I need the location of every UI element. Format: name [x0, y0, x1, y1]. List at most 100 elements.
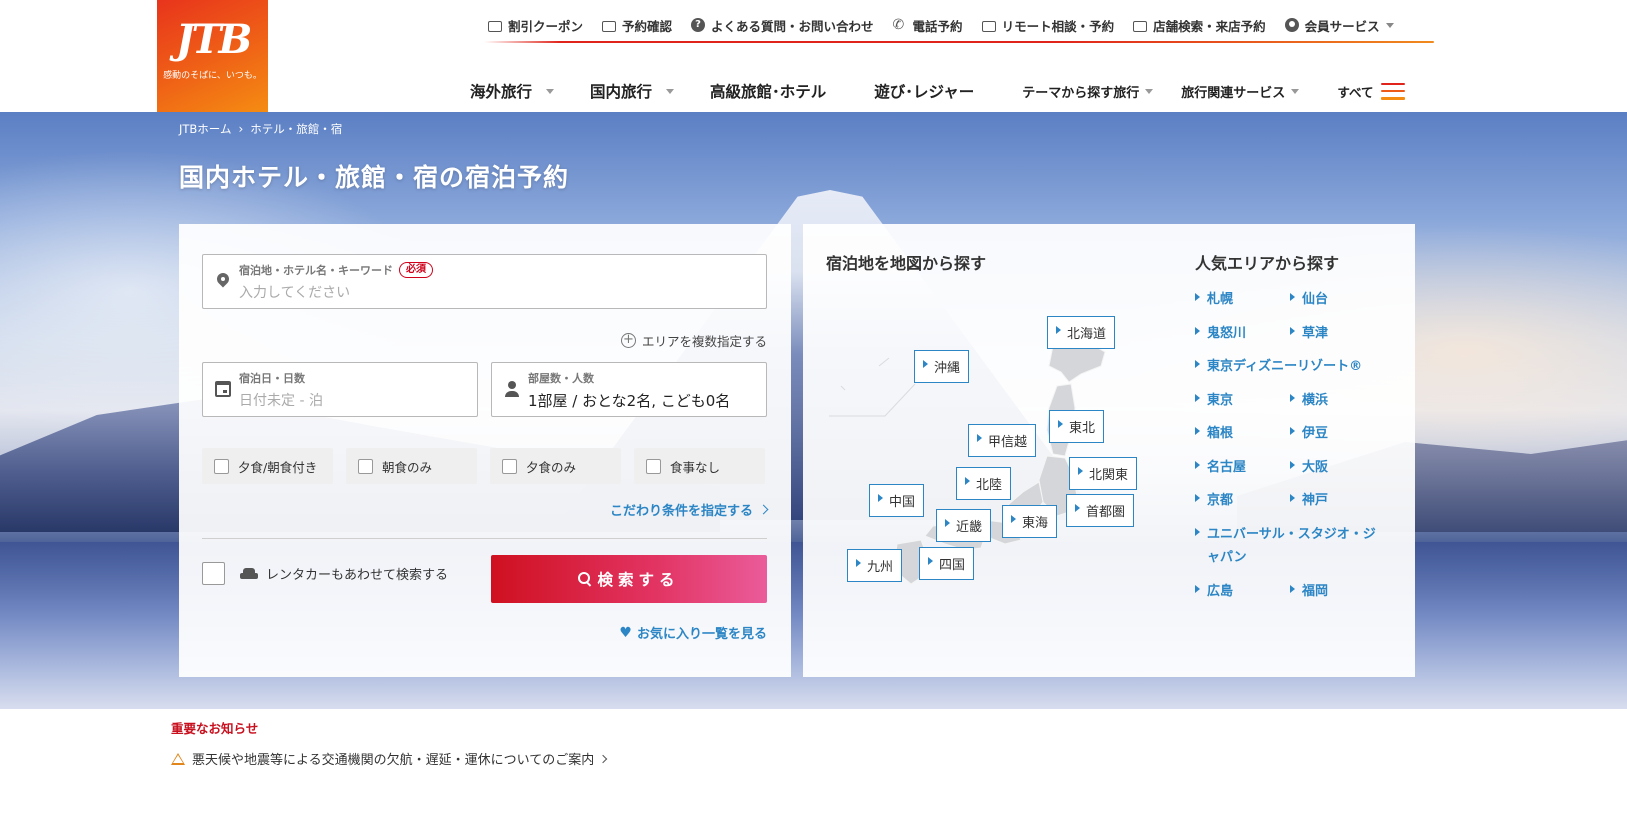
meal-option-dinner-breakfast[interactable]: 夕食/朝食付き: [202, 448, 333, 484]
calendar-icon: [215, 381, 231, 397]
header-accent-line: [484, 41, 1434, 43]
chevron-down-icon: [1385, 22, 1394, 28]
nav-luxury[interactable]: 高級旅館･ホテル: [710, 80, 826, 102]
area-sapporo[interactable]: 札幌: [1195, 288, 1290, 311]
heart-icon: ♥: [619, 624, 632, 641]
favorites-link[interactable]: ♥ お気に入り一覧を見る: [619, 623, 767, 643]
location-pin-icon: [215, 273, 231, 291]
area-hakone[interactable]: 箱根: [1195, 422, 1290, 445]
search-button[interactable]: 検索する: [491, 555, 767, 603]
plus-circle-icon: +: [620, 333, 636, 348]
area-kobe[interactable]: 神戸: [1290, 489, 1385, 512]
checkbox[interactable]: [646, 458, 661, 474]
area-nagoya[interactable]: 名古屋: [1195, 456, 1290, 479]
search-panel: 宿泊地・ホテル名・キーワード 必須 入力してください + エリアを複数指定する …: [179, 224, 791, 677]
area-tokyo-disney-resort[interactable]: 東京ディズニーリゾート®: [1195, 355, 1385, 378]
area-osaka[interactable]: 大阪: [1290, 456, 1385, 479]
region-okinawa[interactable]: 沖縄: [914, 350, 970, 383]
region-kinki[interactable]: 近畿: [936, 509, 992, 542]
util-member[interactable]: 会員サービス: [1284, 16, 1394, 35]
region-koshinetsu[interactable]: 甲信越: [968, 424, 1037, 457]
main-nav: 海外旅行 国内旅行 高級旅館･ホテル 遊び･レジャー テーマから探す旅行 旅行関…: [470, 78, 1406, 104]
date-label: 宿泊日・日数: [239, 372, 305, 385]
coupon-icon: [488, 20, 502, 32]
util-remote[interactable]: リモート相談・予約: [981, 16, 1114, 35]
user-icon: [1284, 18, 1299, 32]
car-icon: [240, 567, 258, 580]
nav-all-menu[interactable]: すべて: [1337, 82, 1406, 101]
date-field[interactable]: 宿泊日・日数 日付未定 - 泊: [202, 362, 478, 417]
breadcrumb: JTBホーム › ホテル・旅館・宿: [179, 121, 342, 137]
chevron-down-icon: [666, 88, 675, 94]
search-icon: [578, 572, 592, 586]
area-hiroshima[interactable]: 広島: [1195, 580, 1290, 603]
meal-option-none[interactable]: 食事なし: [634, 448, 765, 484]
area-yokohama[interactable]: 横浜: [1290, 389, 1385, 412]
detailed-conditions-link[interactable]: こだわり条件を指定する: [610, 500, 769, 519]
checkbox[interactable]: [502, 458, 517, 474]
breadcrumb-current: ホテル・旅館・宿: [250, 122, 343, 136]
checkbox[interactable]: [358, 458, 373, 474]
warning-icon: [171, 752, 185, 765]
hamburger-icon: [1381, 82, 1406, 100]
chevron-down-icon: [546, 88, 555, 94]
chevron-right-icon: [758, 504, 769, 515]
meal-option-dinner[interactable]: 夕食のみ: [490, 448, 621, 484]
logo-tagline: 感動のそばに、いつも。: [163, 71, 262, 81]
utility-nav: 割引クーポン 予約確認 ? よくある質問・お問い合わせ ✆ 電話予約 リモート相…: [488, 14, 1394, 36]
util-store[interactable]: 店舗検索・来店予約: [1133, 16, 1266, 35]
area-kyoto[interactable]: 京都: [1195, 489, 1290, 512]
area-usj[interactable]: ユニバーサル・スタジオ・ジャパン: [1195, 523, 1385, 569]
guests-value: 1部屋 / おとな2名, こども0名: [528, 392, 731, 410]
region-shutoken[interactable]: 首都圏: [1066, 494, 1135, 527]
popular-area-list: 札幌 仙台 鬼怒川 草津 東京ディズニーリゾート® 東京 横浜 箱根 伊豆 名古…: [1195, 288, 1385, 613]
popular-heading: 人気エリアから探す: [1195, 254, 1340, 273]
map-heading: 宿泊地を地図から探す: [826, 254, 987, 273]
area-fukuoka[interactable]: 福岡: [1290, 580, 1385, 603]
area-izu[interactable]: 伊豆: [1290, 422, 1385, 445]
nav-domestic[interactable]: 国内旅行: [590, 80, 675, 102]
util-phone[interactable]: ✆ 電話予約: [893, 16, 963, 35]
area-multi-select-link[interactable]: + エリアを複数指定する: [620, 331, 767, 350]
question-icon: ?: [691, 18, 706, 32]
suitcase-icon: [602, 20, 617, 32]
util-coupon[interactable]: 割引クーポン: [488, 16, 583, 35]
required-badge: 必須: [399, 262, 433, 278]
chevron-right-icon: ›: [238, 122, 244, 136]
region-tohoku[interactable]: 東北: [1049, 410, 1105, 443]
logo-wordmark: JTB: [175, 16, 252, 63]
util-faq[interactable]: ? よくある質問・お問い合わせ: [691, 16, 874, 35]
area-kusatsu[interactable]: 草津: [1290, 322, 1385, 345]
jtb-logo[interactable]: JTB 感動のそばに、いつも。: [157, 0, 268, 112]
keyword-field[interactable]: 宿泊地・ホテル名・キーワード 必須 入力してください: [202, 254, 767, 309]
guests-field[interactable]: 部屋数・人数 1部屋 / おとな2名, こども0名: [491, 362, 767, 417]
nav-overseas[interactable]: 海外旅行: [470, 80, 555, 102]
checkbox[interactable]: [214, 458, 229, 474]
area-tokyo[interactable]: 東京: [1195, 389, 1290, 412]
area-kinugawa[interactable]: 鬼怒川: [1195, 322, 1290, 345]
region-kyushu[interactable]: 九州: [847, 549, 903, 582]
building-icon: [1133, 20, 1148, 32]
meal-option-breakfast[interactable]: 朝食のみ: [346, 448, 477, 484]
rentacar-checkbox[interactable]: [202, 562, 225, 585]
map-panel: 宿泊地を地図から探す 北海道 沖縄 東北 甲信越 北関東 北陸 中国 首都圏 東…: [803, 224, 1415, 677]
region-kitakanto[interactable]: 北関東: [1069, 457, 1138, 490]
region-hokkaido[interactable]: 北海道: [1047, 316, 1116, 349]
region-hokuriku[interactable]: 北陸: [956, 467, 1012, 500]
nav-theme[interactable]: テーマから探す旅行: [1022, 82, 1154, 101]
region-tokai[interactable]: 東海: [1002, 505, 1058, 538]
notice-link[interactable]: 悪天候や地震等による交通機関の欠航・遅延・運休についてのご案内: [171, 749, 608, 768]
breadcrumb-home[interactable]: JTBホーム: [179, 121, 231, 137]
date-value: 日付未定 - 泊: [239, 393, 323, 409]
util-reservation-check[interactable]: 予約確認: [602, 16, 672, 35]
region-chugoku[interactable]: 中国: [869, 484, 925, 517]
rentacar-option[interactable]: レンタカーもあわせて検索する: [202, 562, 448, 585]
nav-leisure[interactable]: 遊び･レジャー: [874, 80, 974, 102]
nav-services[interactable]: 旅行関連サービス: [1181, 82, 1300, 101]
keyword-input[interactable]: 入力してください: [239, 282, 350, 302]
keyword-label: 宿泊地・ホテル名・キーワード: [239, 264, 393, 277]
meal-options: 夕食/朝食付き 朝食のみ 夕食のみ 食事なし: [202, 448, 765, 484]
chevron-down-icon: [1291, 88, 1300, 94]
area-sendai[interactable]: 仙台: [1290, 288, 1385, 311]
region-shikoku[interactable]: 四国: [919, 547, 975, 580]
